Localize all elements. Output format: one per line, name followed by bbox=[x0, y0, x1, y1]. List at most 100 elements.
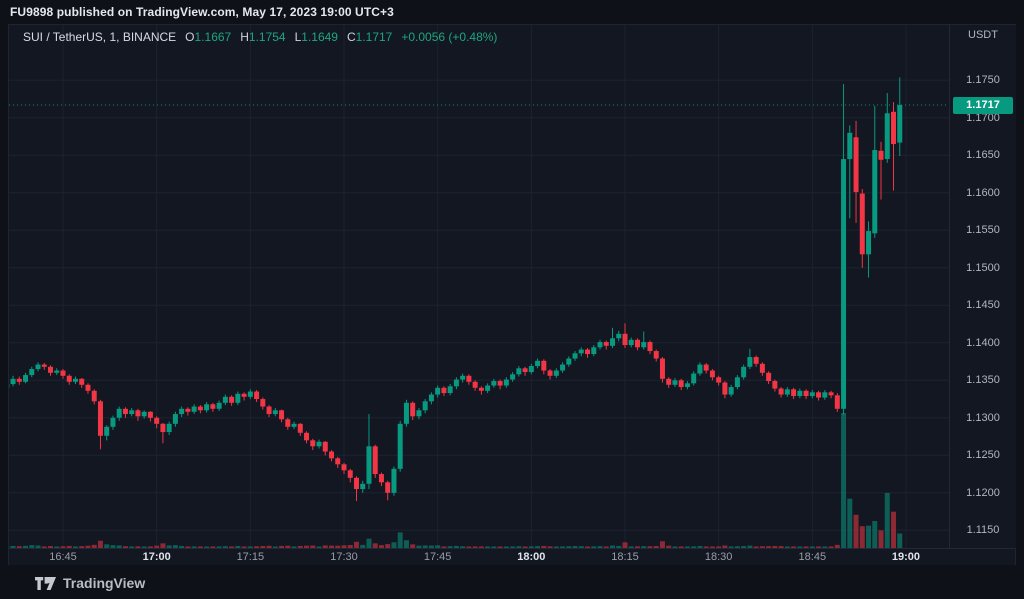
volume-bar bbox=[98, 541, 103, 548]
candle-body bbox=[498, 381, 503, 386]
candle-body bbox=[854, 137, 859, 192]
candle-body bbox=[129, 410, 134, 414]
candle-body bbox=[685, 383, 690, 387]
candle-body bbox=[510, 374, 515, 379]
candle-body bbox=[242, 394, 247, 397]
candle-body bbox=[373, 446, 378, 474]
time-axis-label: 18:15 bbox=[603, 551, 647, 563]
candle-body bbox=[317, 442, 322, 447]
publish-bar: FU9898 published on TradingView.com, May… bbox=[0, 0, 1024, 24]
candle-body bbox=[747, 357, 752, 367]
ohlc-close: C1.1717 bbox=[347, 30, 392, 44]
time-axis-label: 17:30 bbox=[322, 551, 366, 563]
price-axis-currency: USDT bbox=[950, 29, 1016, 41]
candle-body bbox=[292, 424, 297, 427]
price-axis-label: 1.1550 bbox=[950, 223, 1016, 237]
candle-body bbox=[142, 412, 147, 417]
volume-bar bbox=[866, 526, 871, 548]
candle-body bbox=[416, 410, 421, 416]
time-axis-label: 17:45 bbox=[416, 551, 460, 563]
candle-body bbox=[591, 347, 596, 354]
candle-body bbox=[42, 365, 47, 367]
volume-bar bbox=[860, 526, 865, 548]
time-axis[interactable]: 16:4517:0017:1517:3017:4518:0018:1518:30… bbox=[9, 548, 1015, 565]
candle-body bbox=[335, 458, 340, 464]
candle-body bbox=[785, 389, 790, 394]
price-axis-label: 1.1400 bbox=[950, 336, 1016, 350]
candle-body bbox=[217, 403, 222, 409]
candle-body bbox=[716, 377, 721, 382]
volume-bar bbox=[841, 413, 846, 548]
volume-bar bbox=[891, 512, 896, 548]
candle-body bbox=[135, 410, 140, 416]
price-axis[interactable]: USDT 1.1717 1.17501.17001.16501.16001.15… bbox=[949, 25, 1016, 548]
candle-body bbox=[816, 392, 821, 397]
volume-bar bbox=[879, 530, 884, 548]
high-label: H bbox=[240, 30, 249, 44]
candle-body bbox=[810, 392, 815, 396]
volume-bar bbox=[847, 499, 852, 548]
candle-body bbox=[573, 353, 578, 358]
candle-body bbox=[279, 410, 284, 419]
candle-body bbox=[310, 440, 315, 446]
time-axis-label: 18:00 bbox=[509, 551, 553, 563]
candle-body bbox=[98, 401, 103, 436]
candle-body bbox=[535, 361, 540, 366]
candle-body bbox=[54, 371, 59, 373]
candle-body bbox=[598, 342, 603, 347]
time-axis-label: 16:45 bbox=[41, 551, 85, 563]
candle-body bbox=[554, 371, 559, 376]
candle-body bbox=[273, 410, 278, 414]
candle-body bbox=[410, 403, 415, 417]
candle-body bbox=[398, 424, 403, 469]
candle-body bbox=[441, 388, 446, 393]
candle-body bbox=[566, 359, 571, 365]
candle-body bbox=[348, 470, 353, 478]
candle-body bbox=[341, 464, 346, 470]
candle-body bbox=[260, 399, 265, 407]
volume-bar bbox=[854, 515, 859, 548]
symbol-title[interactable]: SUI / TetherUS, 1, BINANCE bbox=[23, 30, 176, 44]
candle-body bbox=[847, 133, 852, 159]
candle-body bbox=[766, 373, 771, 381]
open-label: O bbox=[185, 30, 194, 44]
candle-body bbox=[385, 482, 390, 493]
candle-body bbox=[85, 385, 90, 391]
ohlc-low: L1.1649 bbox=[295, 30, 338, 44]
candle-body bbox=[754, 357, 759, 364]
volume-bar bbox=[366, 539, 371, 548]
candle-body bbox=[704, 365, 709, 371]
candle-body bbox=[117, 409, 122, 418]
close-label: C bbox=[347, 30, 356, 44]
ohlc-open: O1.1667 bbox=[185, 30, 231, 44]
price-axis-label: 1.1250 bbox=[950, 448, 1016, 462]
candle-body bbox=[891, 112, 896, 144]
price-axis-label: 1.1350 bbox=[950, 373, 1016, 387]
candle-body bbox=[73, 379, 78, 382]
price-axis-label: 1.1200 bbox=[950, 486, 1016, 500]
tradingview-snapshot: FU9898 published on TradingView.com, May… bbox=[0, 0, 1024, 599]
candle-body bbox=[473, 382, 478, 388]
candle-body bbox=[448, 386, 453, 393]
brand-name[interactable]: TradingView bbox=[63, 575, 145, 591]
candle-body bbox=[304, 433, 309, 441]
candle-body bbox=[248, 392, 253, 397]
price-axis-label: 1.1150 bbox=[950, 523, 1016, 537]
tradingview-logo-icon[interactable] bbox=[35, 577, 56, 590]
volume-bar bbox=[398, 532, 403, 548]
chart-pane[interactable] bbox=[9, 25, 949, 548]
candle-body bbox=[429, 395, 434, 402]
candle-body bbox=[772, 381, 777, 389]
candle-body bbox=[61, 371, 66, 376]
price-axis-label: 1.1600 bbox=[950, 186, 1016, 200]
candle-body bbox=[548, 371, 553, 376]
candle-body bbox=[267, 407, 272, 415]
candle-body bbox=[541, 361, 546, 371]
high-value: 1.1754 bbox=[249, 30, 286, 44]
candle-body bbox=[110, 418, 115, 427]
candle-body bbox=[323, 442, 328, 452]
candles-volume-plot[interactable] bbox=[9, 25, 949, 548]
symbol-legend[interactable]: SUI / TetherUS, 1, BINANCE O1.1667 H1.17… bbox=[23, 30, 497, 44]
time-axis-label: 17:00 bbox=[135, 551, 179, 563]
time-axis-label: 18:30 bbox=[697, 551, 741, 563]
